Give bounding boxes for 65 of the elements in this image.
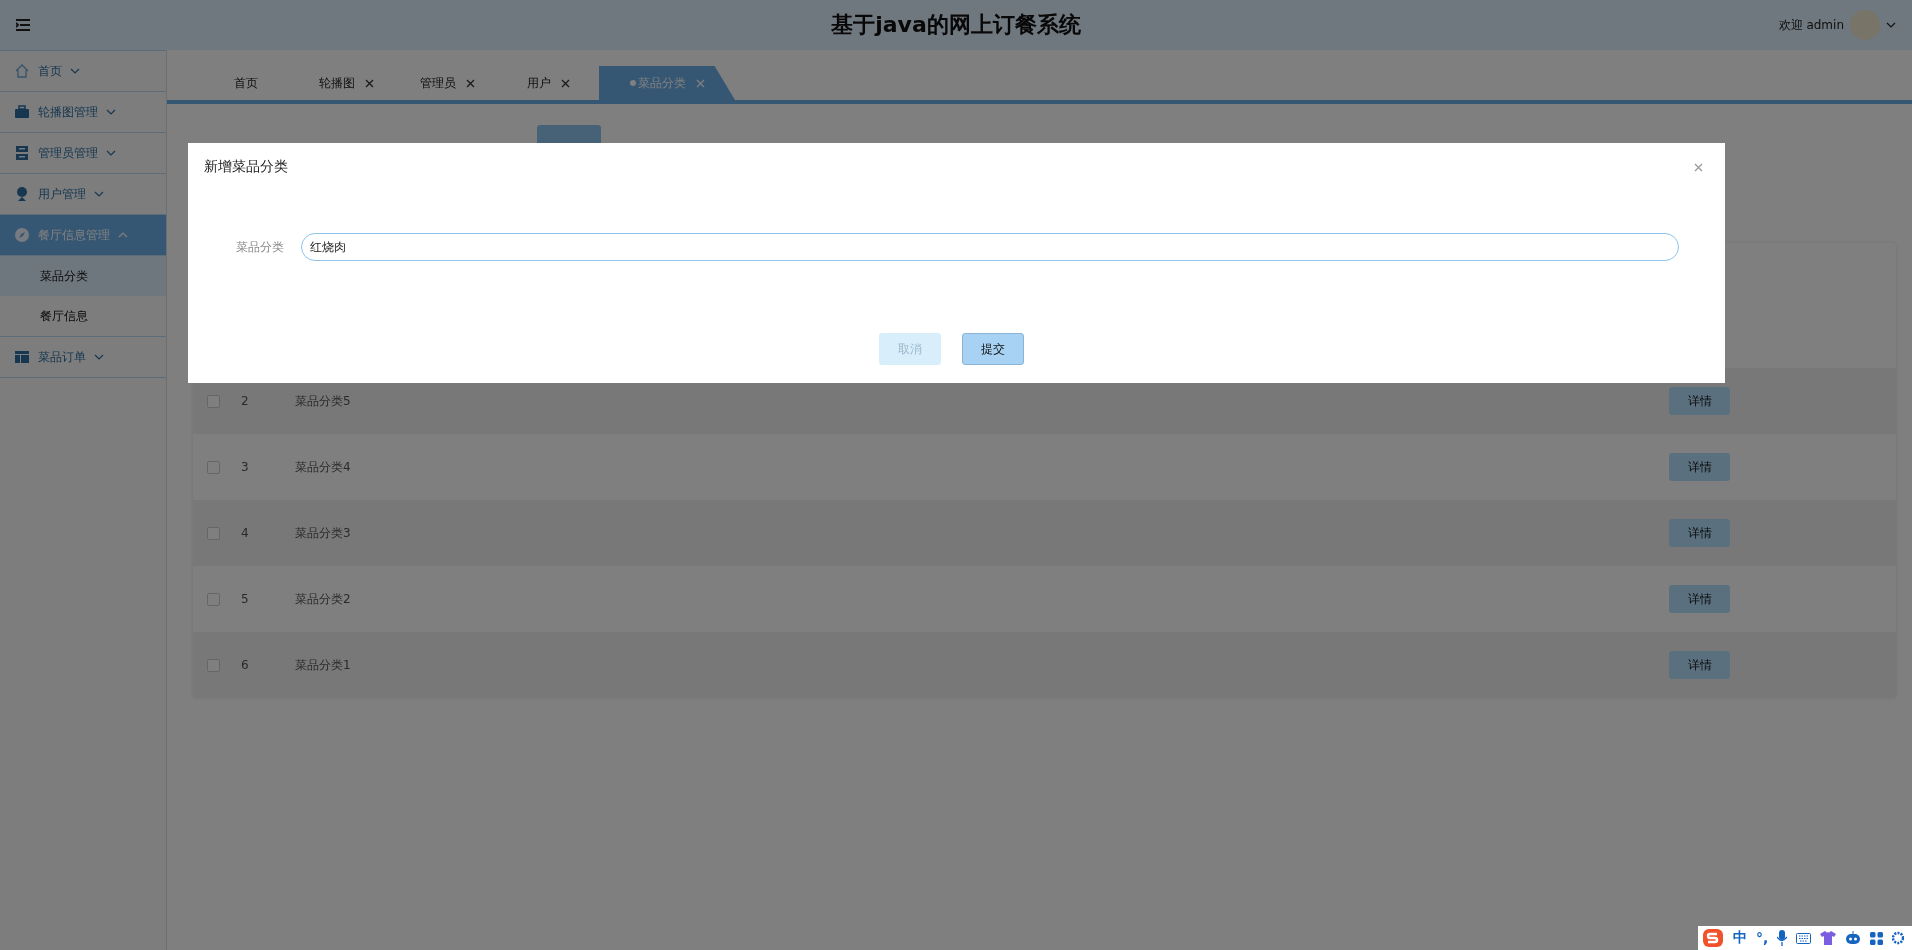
row-checkbox[interactable] [207, 526, 220, 540]
chevron-icon [106, 150, 116, 156]
sidebar-item[interactable]: 首页 [0, 50, 166, 92]
app-title: 基于java的网上订餐系统 [831, 12, 1081, 37]
ime-logo-icon[interactable] [1702, 928, 1724, 948]
submit-button[interactable]: 提交 [961, 333, 1024, 365]
table-icon [14, 349, 30, 365]
name-cell-text: 菜品分类4 [295, 458, 352, 476]
close-icon[interactable] [561, 78, 570, 88]
index-cell-text: 3 [241, 460, 250, 474]
details-button[interactable]: 详情 [1669, 453, 1730, 481]
name-cell-text: 菜品分类1 [295, 656, 352, 674]
name-cell-text: 菜品分类3 [295, 524, 352, 542]
category-input-field[interactable]: 红烧肉 [300, 233, 1679, 261]
index-cell-text: 2 [241, 394, 250, 408]
sidebar-item[interactable]: 餐厅信息管理 [0, 215, 166, 256]
name-cell-text: 菜品分类5 [295, 392, 352, 410]
shirt-icon[interactable] [1820, 931, 1837, 945]
row-checkbox[interactable] [207, 394, 220, 408]
keyboard-icon[interactable] [1796, 932, 1812, 944]
close-icon[interactable] [466, 78, 475, 88]
home-icon [14, 63, 30, 79]
close-icon[interactable] [365, 78, 374, 88]
details-button[interactable]: 详情 [1669, 519, 1730, 547]
tab[interactable]: 用户 [498, 66, 599, 100]
chevron-icon [94, 191, 104, 197]
row-checkbox[interactable] [207, 658, 220, 672]
row-checkbox[interactable] [207, 460, 220, 474]
close-icon[interactable] [1693, 162, 1703, 172]
tab[interactable]: 管理员 [397, 66, 498, 100]
tab[interactable]: 首页 [195, 66, 296, 100]
ime-punctuation[interactable]: °, [1756, 930, 1769, 946]
dialog-title: 新增菜品分类 [203, 158, 288, 176]
ime-mode[interactable]: 中 [1733, 929, 1747, 947]
index-cell-text: 6 [241, 658, 250, 672]
index-cell-text: 4 [241, 526, 250, 540]
sidebar-subitem[interactable]: 餐厅信息 [0, 296, 166, 336]
sidebar-subitem[interactable]: 菜品分类 [0, 256, 166, 296]
settings-icon[interactable] [1892, 931, 1905, 945]
sidebar-item[interactable]: 管理员管理 [0, 133, 166, 174]
name-cell-text: 菜品分类2 [295, 590, 352, 608]
chevron-icon [106, 109, 116, 115]
details-button[interactable]: 详情 [1669, 651, 1730, 679]
row-checkbox[interactable] [207, 592, 220, 606]
tab[interactable]: 菜品分类 [599, 66, 735, 100]
microphone-icon[interactable] [1777, 930, 1788, 946]
chevron-icon [118, 232, 128, 238]
menu-icon[interactable] [16, 19, 30, 31]
chevron-icon [1886, 22, 1896, 28]
details-button[interactable]: 详情 [1669, 585, 1730, 613]
field-label: 菜品分类 [234, 238, 284, 256]
details-button[interactable]: 详情 [1669, 387, 1730, 415]
tab[interactable]: 轮播图 [296, 66, 397, 100]
sidebar-item[interactable]: 轮播图管理 [0, 92, 166, 133]
compass-icon [14, 227, 30, 243]
index-cell-text: 5 [241, 592, 250, 606]
drawer-icon [14, 145, 30, 161]
grid-icon[interactable] [1870, 931, 1884, 945]
chevron-icon [70, 68, 80, 74]
welcome-text: 欢迎 admin [1778, 16, 1844, 34]
user-badge-icon [14, 186, 30, 202]
sidebar-item[interactable]: 菜品订单 [0, 337, 166, 378]
robot-icon[interactable] [1845, 931, 1862, 945]
briefcase-icon [14, 104, 30, 120]
chevron-icon [94, 354, 104, 360]
